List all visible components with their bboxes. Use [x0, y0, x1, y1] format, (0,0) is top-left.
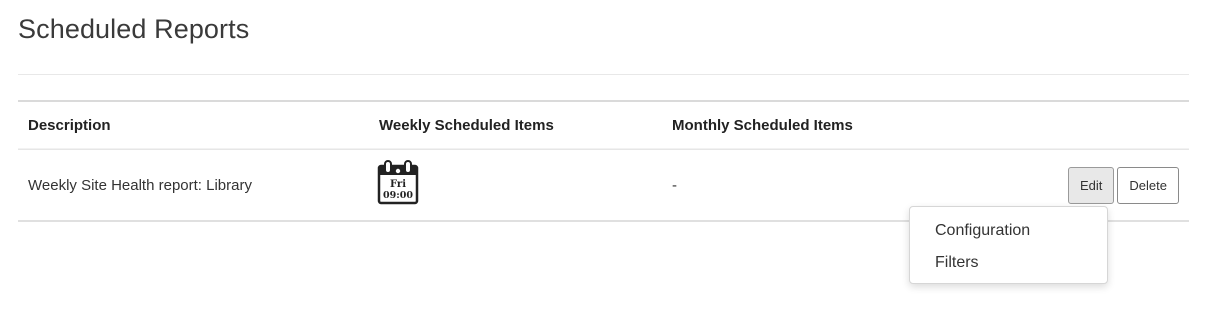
edit-button[interactable]: Edit	[1068, 166, 1115, 204]
scheduled-reports-page: Scheduled Reports Description Weekly Sch…	[0, 0, 1206, 315]
column-header-actions	[1052, 101, 1189, 150]
report-description: Weekly Site Health report: Library	[18, 149, 369, 222]
calendar-day: Fri	[390, 179, 406, 190]
weekly-schedule-cell: Fri 09:00	[369, 149, 662, 222]
menu-item-filters[interactable]: Filters	[910, 247, 1107, 279]
page-title: Scheduled Reports	[18, 14, 250, 44]
calendar-icon: Fri 09:00	[377, 160, 420, 210]
scheduled-reports-table: Description Weekly Scheduled Items Month…	[18, 100, 1189, 222]
edit-dropdown-menu: Configuration Filters	[909, 206, 1108, 284]
calendar-time: 09:00	[383, 190, 413, 201]
column-header-monthly: Monthly Scheduled Items	[662, 101, 1052, 150]
column-header-description: Description	[18, 101, 369, 150]
menu-item-configuration[interactable]: Configuration	[910, 215, 1107, 247]
table-header-row: Description Weekly Scheduled Items Month…	[18, 101, 1189, 150]
title-divider	[18, 74, 1189, 75]
delete-button[interactable]: Delete	[1117, 166, 1179, 204]
column-header-weekly: Weekly Scheduled Items	[369, 101, 662, 150]
